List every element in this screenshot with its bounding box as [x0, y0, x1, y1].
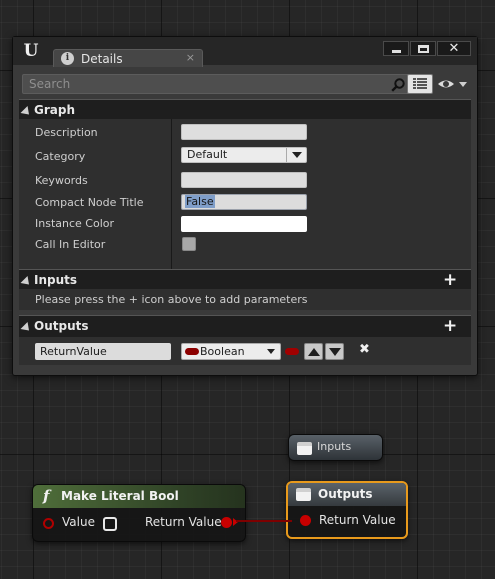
minimize-icon: [392, 50, 401, 53]
boolean-wire[interactable]: [236, 520, 292, 522]
plus-icon: +: [443, 316, 458, 336]
chevron-down-icon: [264, 344, 280, 359]
tab-label: Details: [81, 52, 123, 66]
collapse-arrow-icon: [20, 105, 33, 119]
output-type-value: Boolean: [200, 345, 245, 358]
inputs-hint: Please press the + icon above to add par…: [35, 293, 308, 306]
compact-node-title-field[interactable]: False: [181, 194, 307, 210]
inputs-node-title: Inputs: [317, 440, 352, 453]
details-window: U i Details × ✕ Search Graph Description…: [12, 36, 478, 376]
search-input[interactable]: Search: [22, 74, 412, 94]
instance-color-label: Instance Color: [35, 217, 115, 230]
collapse-arrow-icon: [20, 321, 33, 335]
tab-close-icon[interactable]: ×: [186, 51, 195, 64]
output-name-field[interactable]: ReturnValue: [35, 343, 171, 360]
tab-details[interactable]: i Details ×: [53, 49, 203, 67]
title-bar[interactable]: U i Details × ✕: [13, 37, 477, 67]
search-placeholder: Search: [29, 77, 71, 91]
instance-color-swatch[interactable]: [181, 216, 307, 232]
call-in-editor-label: Call In Editor: [35, 238, 106, 251]
inputs-hint-row: Please press the + icon above to add par…: [19, 289, 471, 310]
result-node-icon: [296, 488, 311, 501]
compact-node-title-value: False: [185, 195, 215, 208]
category-dropdown[interactable]: Default: [181, 147, 307, 163]
minimize-button[interactable]: [383, 41, 409, 56]
close-window-button[interactable]: ✕: [437, 41, 471, 56]
return-value-output-pin[interactable]: [221, 517, 232, 528]
bool-node-title: Make Literal Bool: [61, 489, 179, 503]
outputs-node[interactable]: Outputs Return Value: [286, 481, 408, 539]
entry-node-icon: [297, 442, 312, 455]
value-input-pin[interactable]: [43, 518, 54, 529]
make-literal-bool-node[interactable]: f Make Literal Bool Value Return Value: [32, 484, 246, 542]
add-output-button[interactable]: +: [443, 316, 458, 336]
outputs-pin-label: Return Value: [319, 513, 396, 527]
plus-icon: +: [443, 270, 458, 290]
description-field[interactable]: [181, 124, 307, 140]
view-options-button[interactable]: [437, 76, 469, 92]
container-type-button[interactable]: [285, 348, 299, 355]
delete-icon: ✖: [359, 342, 370, 357]
keywords-label: Keywords: [35, 174, 88, 187]
output-type-dropdown[interactable]: Boolean: [181, 343, 281, 360]
inputs-node[interactable]: Inputs: [288, 434, 383, 461]
section-graph-header[interactable]: Graph: [19, 99, 471, 119]
outputs-node-title: Outputs: [318, 487, 373, 501]
boolean-type-icon: [185, 348, 199, 355]
section-outputs-title: Outputs: [34, 319, 89, 333]
maximize-icon: [418, 45, 429, 53]
function-icon: f: [43, 487, 50, 505]
property-matrix-button[interactable]: [407, 74, 433, 94]
category-label: Category: [35, 150, 86, 163]
value-checkbox[interactable]: [103, 517, 117, 531]
description-label: Description: [35, 126, 98, 139]
column-divider[interactable]: [171, 119, 172, 269]
grid-view-icon: [413, 78, 427, 89]
search-icon: [391, 78, 405, 92]
section-outputs-header[interactable]: Outputs +: [19, 315, 471, 337]
close-icon: ✕: [448, 41, 460, 56]
bool-node-header: f Make Literal Bool: [33, 485, 245, 508]
section-inputs-title: Inputs: [34, 273, 78, 287]
move-up-button[interactable]: [304, 343, 323, 360]
keywords-field[interactable]: [181, 172, 307, 188]
maximize-button[interactable]: [410, 41, 436, 56]
graph-properties: Description Category Default Keywords Co…: [19, 119, 471, 269]
call-in-editor-checkbox[interactable]: [182, 237, 196, 251]
value-pin-label: Value: [62, 515, 95, 529]
chevron-down-icon: [286, 148, 306, 162]
move-down-button[interactable]: [325, 343, 344, 360]
info-icon: i: [61, 52, 74, 65]
compact-node-title-label: Compact Node Title: [35, 196, 144, 209]
section-graph-title: Graph: [34, 103, 75, 117]
outputs-node-header: Outputs: [288, 483, 406, 506]
category-value: Default: [187, 148, 228, 161]
return-value-pin-label: Return Value: [145, 515, 222, 529]
delete-output-button[interactable]: ✖: [359, 342, 370, 357]
section-inputs-header[interactable]: Inputs +: [19, 269, 471, 289]
collapse-arrow-icon: [20, 275, 33, 289]
output-param-row: ReturnValue Boolean ✖: [19, 337, 471, 365]
eye-icon: [438, 80, 467, 88]
add-input-button[interactable]: +: [443, 270, 458, 290]
unreal-logo-icon: U: [23, 41, 39, 61]
window-controls: ✕: [382, 41, 471, 56]
return-value-input-pin[interactable]: [300, 515, 311, 526]
